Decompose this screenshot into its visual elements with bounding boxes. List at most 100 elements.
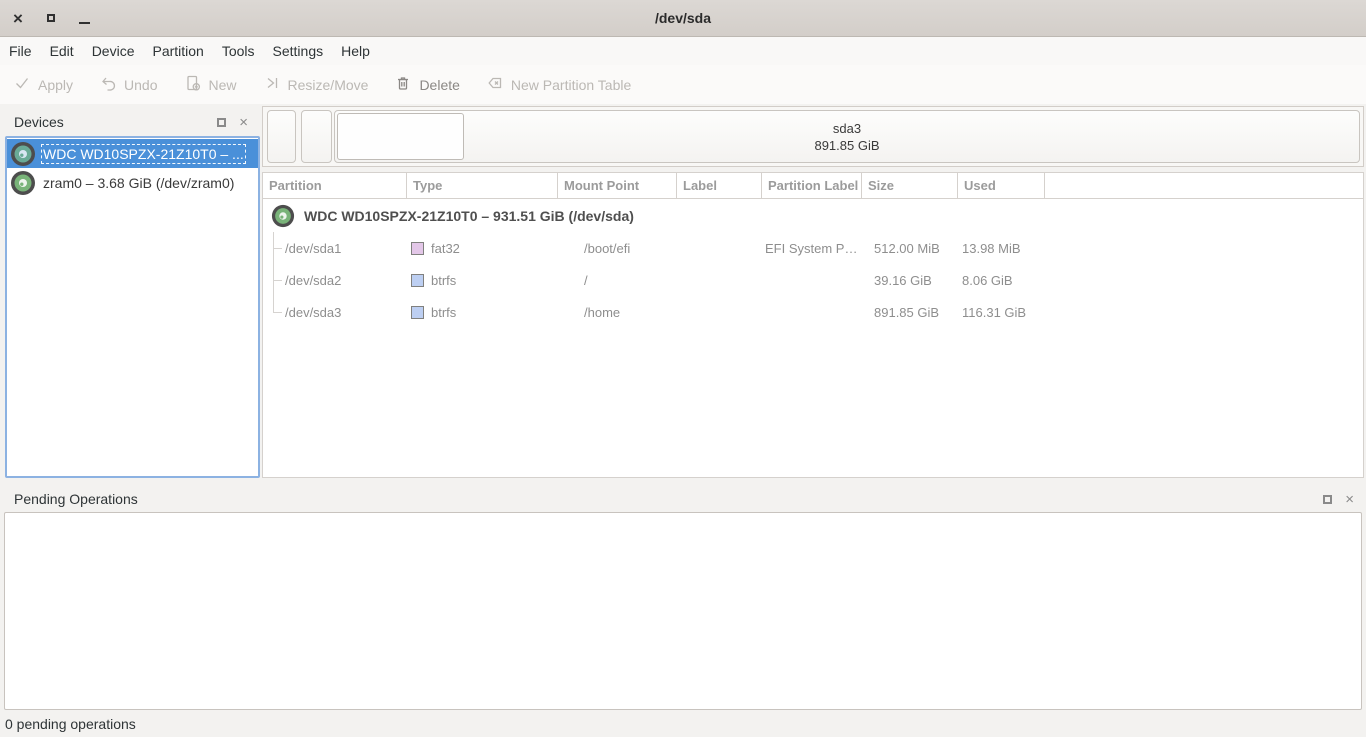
device-row-label: WDC WD10SPZX-21Z10T0 – 931.51 GiB (/dev/… <box>304 207 634 224</box>
cell-used: 13.98 MiB <box>962 240 1021 256</box>
tree-branch-icon <box>273 280 282 281</box>
undo-icon <box>100 75 116 94</box>
partition-bar: sda3 891.85 GiB <box>262 106 1364 167</box>
new-button[interactable]: New <box>185 75 237 94</box>
titlebar: × /dev/sda <box>0 0 1366 37</box>
column-header-used[interactable]: Used <box>958 173 1045 198</box>
minimize-icon[interactable] <box>78 21 90 24</box>
cell-mount-point: /boot/efi <box>584 240 631 256</box>
device-item-label: zram0 – 3.68 GiB (/dev/zram0) <box>43 174 235 191</box>
new-label: New <box>208 76 237 93</box>
window-controls: × <box>0 10 90 27</box>
pending-operations-list[interactable] <box>4 512 1362 710</box>
window-title: /dev/sda <box>654 10 712 26</box>
cell-size: 39.16 GiB <box>874 272 932 288</box>
close-panel-icon[interactable]: × <box>1345 492 1354 507</box>
column-header-filler <box>1045 173 1363 198</box>
cell-partition: /dev/sda2 <box>285 272 342 288</box>
delete-button[interactable]: Delete <box>395 75 460 94</box>
table-row-device[interactable]: WDC WD10SPZX-21Z10T0 – 931.51 GiB (/dev/… <box>263 199 1363 232</box>
toolbar: Apply Undo New Resize/Move Delete New Pa… <box>0 65 1366 104</box>
new-partition-table-label: New Partition Table <box>510 76 632 93</box>
disk-drive-icon <box>271 204 295 227</box>
device-item-sda[interactable]: WDC WD10SPZX-21Z10T0 – ... <box>7 139 258 168</box>
disk-drive-icon <box>11 141 35 166</box>
menu-settings[interactable]: Settings <box>264 39 333 63</box>
table-row-sda1[interactable]: /dev/sda1 fat32 /boot/efi EFI System P… … <box>263 232 1363 264</box>
partition-table-header: Partition Type Mount Point Label Partiti… <box>263 173 1363 199</box>
filesystem-type: btrfs <box>431 304 457 320</box>
cell-partition: /dev/sda3 <box>285 304 342 320</box>
cell-size: 891.85 GiB <box>874 304 940 320</box>
float-panel-icon[interactable] <box>217 117 227 127</box>
trash-icon <box>395 75 411 94</box>
menu-device[interactable]: Device <box>83 39 144 63</box>
tree-branch-icon <box>273 312 282 313</box>
table-row-sda2[interactable]: /dev/sda2 btrfs / 39.16 GiB 8.06 GiB <box>263 264 1363 296</box>
cell-mount-point: /home <box>584 304 621 320</box>
pending-operations-title: Pending Operations <box>14 491 138 507</box>
cell-partition: /dev/sda1 <box>285 240 342 256</box>
partition-segment-size: 891.85 GiB <box>814 137 880 153</box>
partition-segment-sda2[interactable] <box>301 110 332 163</box>
new-partition-icon <box>185 75 201 94</box>
column-header-partition[interactable]: Partition <box>263 173 407 198</box>
resize-arrow-icon <box>264 75 280 94</box>
tree-guide-line <box>273 296 274 312</box>
cell-used: 116.31 GiB <box>962 304 1027 320</box>
cell-mount-point: / <box>584 272 588 288</box>
new-partition-table-button[interactable]: New Partition Table <box>487 75 631 94</box>
devices-panel-header: Devices × <box>5 110 260 134</box>
devices-list: WDC WD10SPZX-21Z10T0 – ... zram0 – 3.68 … <box>5 136 260 478</box>
close-panel-icon[interactable]: × <box>239 115 248 130</box>
column-header-label[interactable]: Label <box>677 173 762 198</box>
column-header-size[interactable]: Size <box>862 173 958 198</box>
table-row-sda3[interactable]: /dev/sda3 btrfs /home 891.85 GiB 116.31 … <box>263 296 1363 328</box>
pending-operations-header: Pending Operations × <box>0 487 1366 511</box>
undo-button[interactable]: Undo <box>100 75 158 94</box>
tree-branch-icon <box>273 248 282 249</box>
cell-size: 512.00 MiB <box>874 240 940 256</box>
resize-move-button[interactable]: Resize/Move <box>264 75 369 94</box>
statusbar: 0 pending operations <box>0 711 1366 737</box>
device-item-label: WDC WD10SPZX-21Z10T0 – ... <box>41 143 246 164</box>
partition-table: Partition Type Mount Point Label Partiti… <box>262 172 1364 478</box>
filesystem-type: btrfs <box>431 272 457 288</box>
cell-type: fat32 <box>407 241 558 256</box>
float-panel-icon[interactable] <box>1323 494 1333 504</box>
device-item-zram0[interactable]: zram0 – 3.68 GiB (/dev/zram0) <box>7 168 258 197</box>
partition-segment-label: sda3 891.85 GiB <box>335 120 1359 154</box>
filesystem-type: fat32 <box>431 240 460 256</box>
cell-used: 8.06 GiB <box>962 272 1013 288</box>
column-header-partition-label[interactable]: Partition Label <box>762 173 862 198</box>
devices-panel-title: Devices <box>14 114 64 130</box>
menu-tools[interactable]: Tools <box>213 39 264 63</box>
resize-move-label: Resize/Move <box>287 76 369 93</box>
partition-manager-window: × /dev/sda File Edit Device Partition To… <box>0 0 1366 737</box>
undo-label: Undo <box>124 76 158 93</box>
menu-help[interactable]: Help <box>332 39 379 63</box>
maximize-icon[interactable] <box>46 14 55 22</box>
cell-partition-label: EFI System P… <box>765 240 858 256</box>
partition-segment-sda1[interactable] <box>267 110 296 163</box>
partition-segment-sda3[interactable]: sda3 891.85 GiB <box>334 110 1360 163</box>
menu-edit[interactable]: Edit <box>41 39 83 63</box>
devices-panel: Devices × WDC WD10SPZX-21Z10T0 – ... zra… <box>5 110 260 478</box>
delete-label: Delete <box>419 76 460 93</box>
cell-type: btrfs <box>407 273 558 288</box>
filesystem-color-swatch <box>411 273 424 287</box>
apply-button[interactable]: Apply <box>14 75 73 94</box>
pending-operations-count: 0 pending operations <box>5 716 136 732</box>
disk-drive-icon <box>11 170 35 195</box>
menu-file[interactable]: File <box>0 39 41 63</box>
column-header-type[interactable]: Type <box>407 173 558 198</box>
filesystem-color-swatch <box>411 305 424 319</box>
check-icon <box>14 75 30 94</box>
column-header-mount-point[interactable]: Mount Point <box>558 173 677 198</box>
filesystem-color-swatch <box>411 241 424 255</box>
cell-type: btrfs <box>407 305 558 320</box>
menu-partition[interactable]: Partition <box>143 39 212 63</box>
partition-segment-name: sda3 <box>832 120 862 136</box>
close-icon[interactable]: × <box>13 10 23 27</box>
menubar: File Edit Device Partition Tools Setting… <box>0 37 1366 65</box>
